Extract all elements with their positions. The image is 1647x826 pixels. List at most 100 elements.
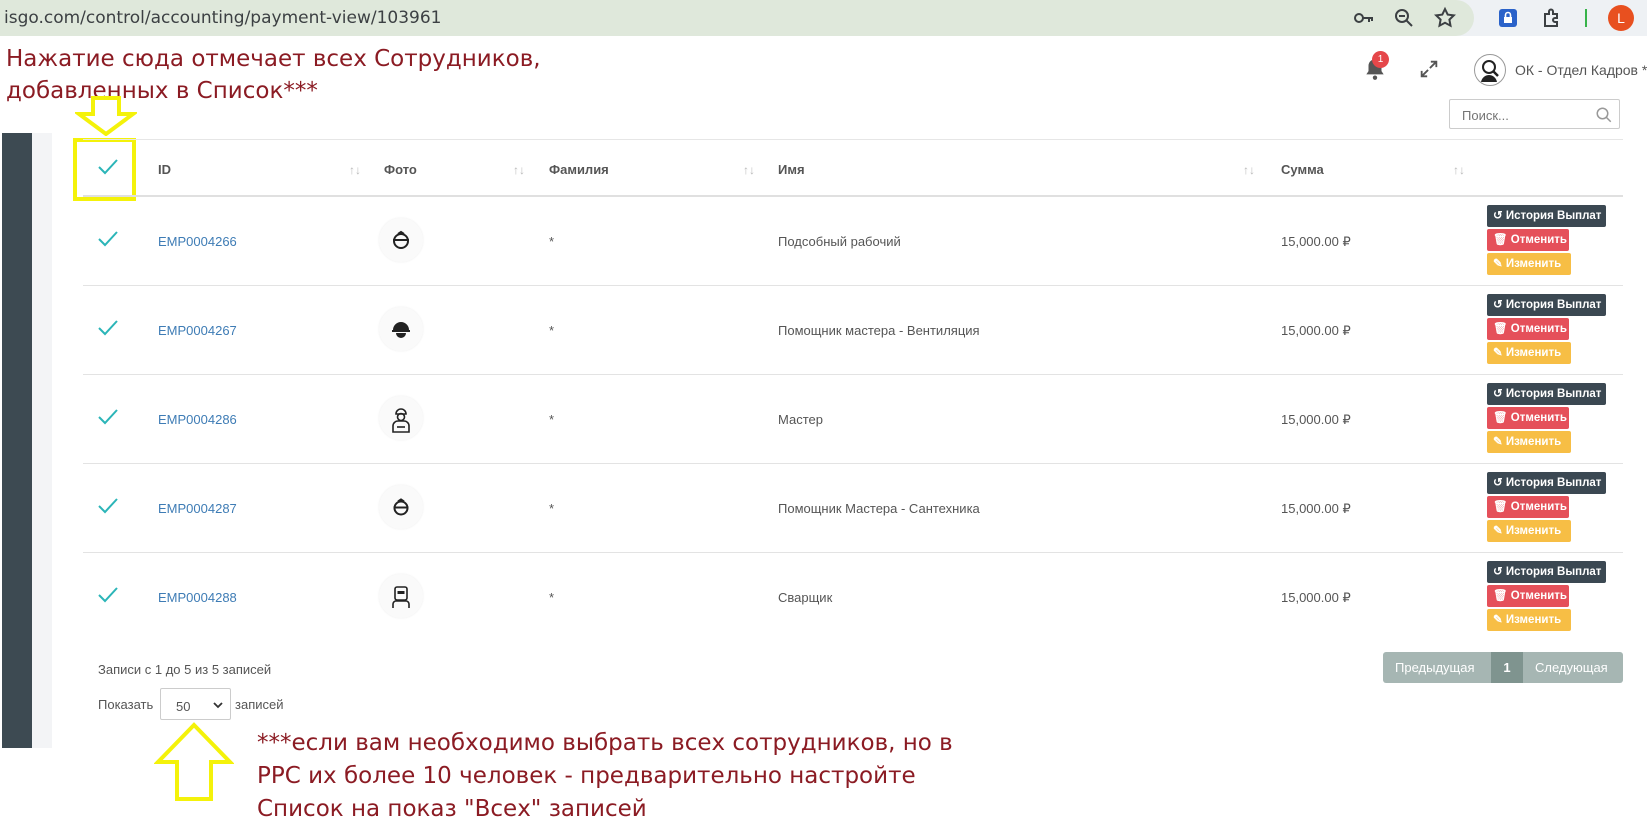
payment-history-label: История Выплат <box>1505 210 1602 222</box>
cancel-button[interactable]: 🗑 Отменить <box>1487 318 1569 340</box>
table-header: ID ↑↓ Фото ↑↓ Фамилия ↑↓ Имя ↑↓ Сумма ↑↓ <box>83 139 1623 197</box>
notification-badge: 1 <box>1372 51 1389 68</box>
table-row[interactable]: EMP0004286 * Мастер 15,000.00 ₽ ↺ Истори… <box>83 375 1623 464</box>
extensions-puzzle-icon[interactable] <box>1540 6 1564 30</box>
row-check-icon[interactable] <box>97 497 119 515</box>
employees-table: ID ↑↓ Фото ↑↓ Фамилия ↑↓ Имя ↑↓ Сумма ↑↓… <box>83 139 1623 642</box>
employee-id-link[interactable]: EMP0004287 <box>158 501 237 516</box>
employee-name: Помощник мастера - Вентиляция <box>778 323 980 338</box>
annotation-bottom-line1: ***если вам необходимо выбрать всех сотр… <box>257 730 953 756</box>
row-check-icon[interactable] <box>97 408 119 426</box>
bookmark-star-icon[interactable] <box>1433 6 1457 30</box>
url-text[interactable]: isgo.com/control/accounting/payment-view… <box>4 8 441 28</box>
employee-surname: * <box>549 412 555 427</box>
fullscreen-icon[interactable] <box>1418 58 1440 80</box>
employee-id-link[interactable]: EMP0004288 <box>158 590 237 605</box>
cancel-button[interactable]: 🗑 Отменить <box>1487 407 1569 429</box>
user-avatar[interactable] <box>1474 54 1506 86</box>
row-check-icon[interactable] <box>97 230 119 248</box>
search-box[interactable] <box>1449 99 1620 129</box>
current-page-button[interactable]: 1 <box>1491 652 1523 683</box>
page-size-select[interactable]: 50 <box>160 688 231 720</box>
zoom-icon[interactable] <box>1392 6 1416 30</box>
page-size-label: Показать <box>98 697 154 712</box>
column-header-amount[interactable]: Сумма <box>1281 162 1324 177</box>
employee-id-link[interactable]: EMP0004286 <box>158 412 237 427</box>
edit-button[interactable]: ✎ Изменить <box>1487 342 1571 364</box>
employee-photo <box>379 218 423 262</box>
table-row[interactable]: EMP0004288 * Сварщик 15,000.00 ₽ ↺ Истор… <box>83 553 1623 642</box>
sort-icon[interactable]: ↑↓ <box>513 163 525 177</box>
address-bar[interactable]: isgo.com/control/accounting/payment-view… <box>0 0 1474 36</box>
employee-name: Сварщик <box>778 590 833 605</box>
next-page-button[interactable]: Следующая <box>1523 652 1623 683</box>
chevron-down-icon <box>213 702 223 709</box>
sort-icon[interactable]: ↑↓ <box>1243 163 1255 177</box>
select-all-check-icon[interactable] <box>97 158 119 176</box>
page-size-suffix: записей <box>235 697 284 712</box>
column-header-photo[interactable]: Фото <box>384 162 417 177</box>
payment-amount: 15,000.00 ₽ <box>1281 501 1351 516</box>
key-icon[interactable] <box>1352 6 1376 30</box>
employee-name: Мастер <box>778 412 823 427</box>
cancel-label: Отменить <box>1510 590 1567 602</box>
sort-icon[interactable]: ↑↓ <box>1453 163 1465 177</box>
cancel-label: Отменить <box>1510 234 1567 246</box>
helmet-icon <box>392 322 410 338</box>
edit-button[interactable]: ✎ Изменить <box>1487 253 1571 275</box>
profile-avatar[interactable]: L <box>1608 5 1634 31</box>
user-name[interactable]: ОК - Отдел Кадров * <box>1515 62 1647 78</box>
employee-name: Помощник Мастера - Сантехника <box>778 501 980 516</box>
hardhat-icon <box>393 498 409 516</box>
employee-surname: * <box>549 323 555 338</box>
edit-label: Изменить <box>1505 347 1562 359</box>
cancel-label: Отменить <box>1510 412 1567 424</box>
payment-history-label: История Выплат <box>1505 566 1602 578</box>
cancel-button[interactable]: 🗑 Отменить <box>1487 229 1569 251</box>
payment-history-label: История Выплат <box>1505 477 1602 489</box>
column-header-name[interactable]: Имя <box>778 162 805 177</box>
user-search-icon <box>1481 60 1499 82</box>
employee-surname: * <box>549 501 555 516</box>
records-info: Записи с 1 до 5 из 5 записей <box>98 662 272 677</box>
annotation-top-line1: Нажатие сюда отмечает всех Сотрудников, <box>6 46 541 72</box>
search-icon[interactable] <box>1595 106 1613 124</box>
payment-history-button[interactable]: ↺ История Выплат <box>1487 561 1606 583</box>
column-header-surname[interactable]: Фамилия <box>549 162 609 177</box>
edit-button[interactable]: ✎ Изменить <box>1487 431 1571 453</box>
payment-history-button[interactable]: ↺ История Выплат <box>1487 294 1606 316</box>
employee-name: Подсобный рабочий <box>778 234 901 249</box>
welder-icon <box>392 586 410 608</box>
table-row[interactable]: EMP0004267 * Помощник мастера - Вентиляц… <box>83 286 1623 375</box>
edit-label: Изменить <box>1505 436 1562 448</box>
edit-button[interactable]: ✎ Изменить <box>1487 609 1571 631</box>
payment-amount: 15,000.00 ₽ <box>1281 412 1351 427</box>
browser-toolbar: isgo.com/control/accounting/payment-view… <box>0 0 1647 36</box>
prev-page-button[interactable]: Предыдущая <box>1383 652 1491 683</box>
page-size-value: 50 <box>176 699 191 714</box>
payment-history-button[interactable]: ↺ История Выплат <box>1487 383 1606 405</box>
payment-history-button[interactable]: ↺ История Выплат <box>1487 472 1606 494</box>
column-header-id[interactable]: ID <box>158 162 171 177</box>
pagination: Предыдущая 1 Следующая <box>1383 652 1623 683</box>
table-row[interactable]: EMP0004266 * Подсобный рабочий 15,000.00… <box>83 197 1623 286</box>
annotation-bottom-line2: РРС их более 10 человек - предварительно… <box>257 763 916 789</box>
search-input[interactable] <box>1460 101 1604 129</box>
edit-label: Изменить <box>1505 258 1562 270</box>
employee-id-link[interactable]: EMP0004266 <box>158 234 237 249</box>
payment-history-label: История Выплат <box>1505 299 1602 311</box>
row-check-icon[interactable] <box>97 586 119 604</box>
table-row[interactable]: EMP0004287 * Помощник Мастера - Сантехни… <box>83 464 1623 553</box>
cancel-button[interactable]: 🗑 Отменить <box>1487 496 1569 518</box>
edit-button[interactable]: ✎ Изменить <box>1487 520 1571 542</box>
employee-id-link[interactable]: EMP0004267 <box>158 323 237 338</box>
sort-icon[interactable]: ↑↓ <box>743 163 755 177</box>
employee-surname: * <box>549 590 555 605</box>
edit-label: Изменить <box>1505 525 1562 537</box>
row-check-icon[interactable] <box>97 319 119 337</box>
cancel-button[interactable]: 🗑 Отменить <box>1487 585 1569 607</box>
extension-lock-icon[interactable] <box>1496 6 1520 30</box>
content-gutter <box>32 133 52 748</box>
payment-history-button[interactable]: ↺ История Выплат <box>1487 205 1606 227</box>
sort-icon[interactable]: ↑↓ <box>349 163 361 177</box>
